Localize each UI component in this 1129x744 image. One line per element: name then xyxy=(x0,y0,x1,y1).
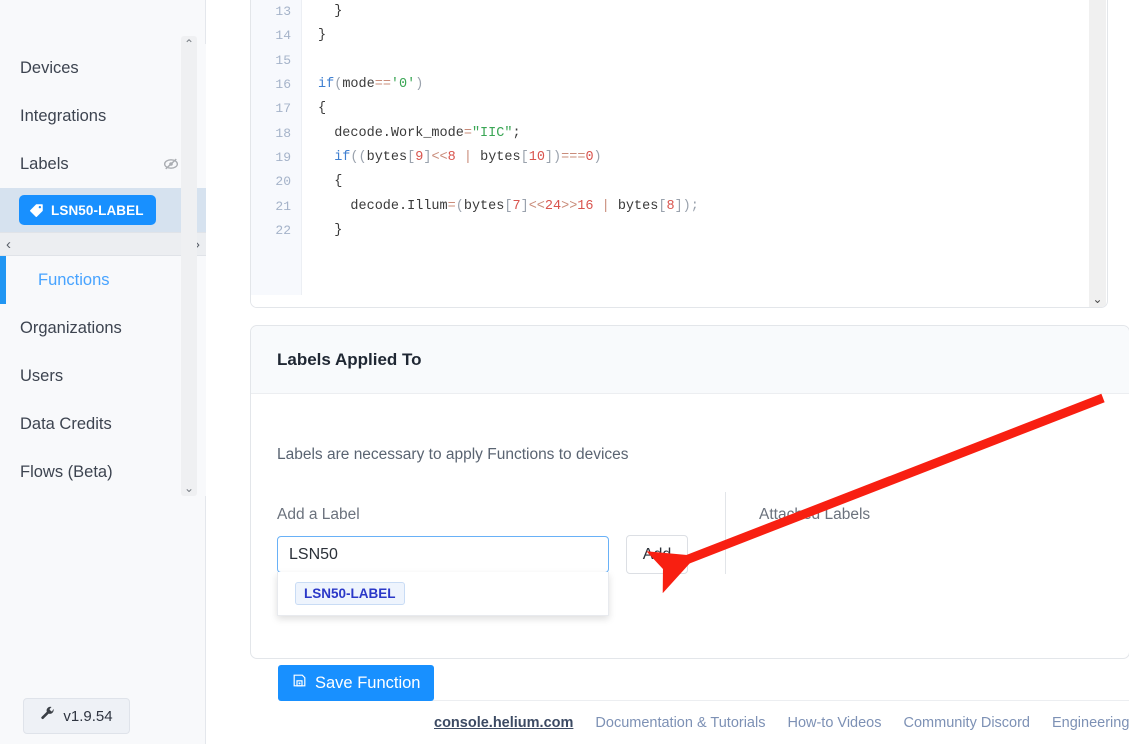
scroll-down-icon[interactable]: ⌄ xyxy=(184,482,194,494)
sidebar-item-devices-label: Devices xyxy=(20,58,79,77)
save-disk-icon xyxy=(292,673,307,693)
column-divider xyxy=(725,492,726,574)
sidebar-item-integrations-label: Integrations xyxy=(20,106,107,125)
label-chip-lsn50[interactable]: LSN50-LABEL xyxy=(19,195,156,225)
function-code-editor-card: 910111213141516171819202122 { decode.EXT… xyxy=(250,0,1108,308)
sidebar-horizontal-scroll[interactable]: ‹ › xyxy=(0,232,206,256)
save-function-button[interactable]: Save Function xyxy=(278,665,435,701)
sidebar-item-labels[interactable]: Labels xyxy=(0,140,206,188)
footer: console.helium.com Documentation & Tutor… xyxy=(412,700,1129,744)
labels-card-title: Labels Applied To xyxy=(277,349,422,369)
code-line-numbers: 910111213141516171819202122 xyxy=(251,0,302,295)
sidebar-item-organizations-label: Organizations xyxy=(20,318,122,337)
sidebar-scrollbar[interactable]: ⌃ ⌄ xyxy=(181,36,197,496)
code-line[interactable]: { xyxy=(302,170,820,194)
version-text: v1.9.54 xyxy=(63,707,113,725)
code-line[interactable]: decode.Illum=(bytes[7]<<24>>16 | bytes[8… xyxy=(302,195,820,219)
chevron-left-icon[interactable]: ‹ xyxy=(6,237,11,252)
code-lines[interactable]: { decode.EXTI_Trigger=(bytes[6] & 0x01)?… xyxy=(302,0,820,243)
sidebar-item-data-credits[interactable]: Data Credits xyxy=(0,400,206,448)
code-line-number: 21 xyxy=(275,198,291,214)
code-line-number: 15 xyxy=(275,52,291,68)
sidebar-item-integrations[interactable]: Integrations xyxy=(0,92,206,140)
code-line-number: 22 xyxy=(275,222,291,238)
footer-link-blog[interactable]: Engineering Blog xyxy=(1052,715,1129,731)
sidebar-item-flows[interactable]: Flows (Beta) xyxy=(0,448,206,496)
code-line-number: 19 xyxy=(275,149,291,165)
code-line-number: 17 xyxy=(275,101,291,117)
code-line[interactable]: decode.Work_mode="IIC"; xyxy=(302,122,820,146)
version-badge[interactable]: v1.9.54 xyxy=(23,698,130,734)
add-label-button[interactable]: Add xyxy=(626,535,688,574)
tag-icon xyxy=(29,203,44,218)
labels-helper-text: Labels are necessary to apply Functions … xyxy=(277,446,629,463)
sidebar-item-functions-label: Functions xyxy=(38,270,110,289)
code-line[interactable]: } xyxy=(302,24,820,48)
sidebar-item-users-label: Users xyxy=(20,366,64,385)
code-line-number: 18 xyxy=(275,125,291,141)
code-editor-scrollbar[interactable]: ⌄ xyxy=(1089,0,1106,307)
label-suggestions-dropdown[interactable]: LSN50-LABEL xyxy=(277,572,609,616)
code-line[interactable]: } xyxy=(302,219,820,243)
scroll-up-icon[interactable]: ⌃ xyxy=(184,38,194,50)
label-chip-text: LSN50-LABEL xyxy=(51,202,144,218)
app-root: Devices Integrations Labels LSN50-LABEL … xyxy=(0,0,1129,744)
sidebar-item-flows-label: Flows (Beta) xyxy=(20,462,113,481)
sidebar-item-data-credits-label: Data Credits xyxy=(20,414,112,433)
code-line-number: 14 xyxy=(275,28,291,44)
footer-link-console[interactable]: console.helium.com xyxy=(434,715,573,731)
code-line-number: 13 xyxy=(275,4,291,20)
code-line-number: 16 xyxy=(275,77,291,93)
main-content: 910111213141516171819202122 { decode.EXT… xyxy=(206,0,1129,744)
sidebar-item-functions[interactable]: Functions xyxy=(0,256,206,304)
sidebar-item-users[interactable]: Users xyxy=(0,352,206,400)
sidebar-item-organizations[interactable]: Organizations xyxy=(0,304,206,352)
add-a-label-column-header: Add a Label xyxy=(277,506,360,523)
labels-applied-card: Labels Applied To Labels are necessary t… xyxy=(250,325,1129,701)
label-suggestion-item[interactable]: LSN50-LABEL xyxy=(295,582,405,605)
labels-card-header: Labels Applied To xyxy=(251,326,1129,394)
scroll-down-icon[interactable]: ⌄ xyxy=(1092,293,1102,305)
sidebar-item-labels-label: Labels xyxy=(20,154,69,173)
sidebar-selected-label-row: LSN50-LABEL xyxy=(0,188,206,232)
add-label-input[interactable] xyxy=(277,536,609,573)
code-line-number: 20 xyxy=(275,174,291,190)
sidebar: Devices Integrations Labels LSN50-LABEL … xyxy=(0,0,206,744)
code-line[interactable] xyxy=(302,49,820,73)
attached-labels-column-header: Attached Labels xyxy=(759,506,871,523)
code-line[interactable]: { xyxy=(302,97,820,121)
eye-slash-icon[interactable] xyxy=(162,155,180,173)
save-function-label: Save Function xyxy=(315,673,421,692)
code-editor[interactable]: 910111213141516171819202122 { decode.EXT… xyxy=(251,0,1091,307)
code-line[interactable]: } xyxy=(302,0,820,24)
wrench-icon xyxy=(40,706,56,726)
footer-link-videos[interactable]: How-to Videos xyxy=(787,715,881,731)
footer-link-documentation[interactable]: Documentation & Tutorials xyxy=(595,715,765,731)
sidebar-item-devices[interactable]: Devices xyxy=(0,44,206,92)
code-line[interactable]: if(mode=='0') xyxy=(302,73,820,97)
footer-link-discord[interactable]: Community Discord xyxy=(904,715,1031,731)
sidebar-nav: Devices Integrations Labels LSN50-LABEL … xyxy=(0,44,206,496)
code-line[interactable]: if((bytes[9]<<8 | bytes[10])===0) xyxy=(302,146,820,170)
